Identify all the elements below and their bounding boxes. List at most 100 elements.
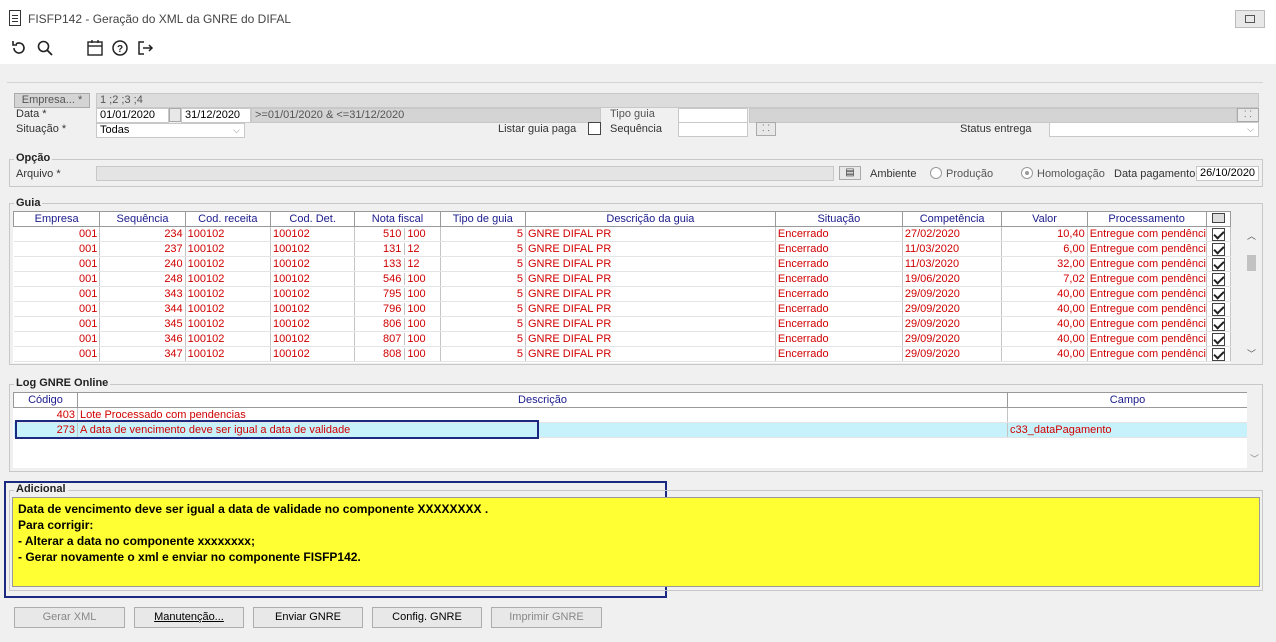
- cell-processamento: Entregue com pendênci: [1087, 301, 1207, 317]
- data-inicio-picker[interactable]: [169, 108, 181, 122]
- scroll-down-icon[interactable]: ﹀: [1247, 347, 1256, 360]
- cell-competencia: 29/09/2020: [902, 316, 1003, 332]
- situacao-value: Todas: [100, 124, 130, 136]
- guia-row[interactable]: 001 347 100102 100102 808 100 5 GNRE DIFAL PR En…: [13, 346, 1231, 362]
- log-scroll-down-icon[interactable]: ﹀: [1250, 452, 1259, 465]
- cell-processamento: Entregue com pendênci: [1087, 271, 1207, 287]
- row-select-checkbox[interactable]: [1206, 346, 1231, 362]
- window-title: FISFP142 - Geração do XML da GNRE do DIF…: [28, 12, 292, 26]
- scroll-up-icon[interactable]: ︿: [1247, 229, 1256, 242]
- guia-row[interactable]: 001 343 100102 100102 795 100 5 GNRE DIFAL PR En…: [13, 286, 1231, 302]
- data-pagamento-field[interactable]: 26/10/2020: [1196, 166, 1259, 181]
- config-gnre-button[interactable]: Config. GNRE: [372, 607, 482, 628]
- cell-empresa: 001: [13, 301, 101, 317]
- cell-competencia: 29/09/2020: [902, 346, 1003, 362]
- col-codigo[interactable]: Código: [13, 392, 78, 408]
- cell-nota-fiscal: 133 12: [354, 256, 441, 272]
- guia-row[interactable]: 001 240 100102 100102 133 12 5 GNRE DIFAL PR Enc…: [13, 256, 1231, 272]
- guia-row[interactable]: 001 346 100102 100102 807 100 5 GNRE DIFAL PR En…: [13, 331, 1231, 347]
- arquivo-label: Arquivo *: [16, 168, 61, 180]
- producao-radio[interactable]: [930, 167, 942, 180]
- chevron-down-icon: ⌵: [233, 125, 240, 135]
- cell-nota-fiscal: 796 100: [354, 301, 441, 317]
- nota-number: 806: [355, 318, 406, 330]
- arquivo-field[interactable]: [96, 166, 834, 181]
- guia-row[interactable]: 001 248 100102 100102 546 100 5 GNRE DIFAL PR En…: [13, 271, 1231, 287]
- gerar-xml-button[interactable]: Gerar XML: [14, 607, 125, 628]
- row-select-checkbox[interactable]: [1206, 256, 1231, 272]
- cell-cod-det: 100102: [270, 241, 356, 257]
- col-campo[interactable]: Campo: [1007, 392, 1247, 408]
- checkbox-checked-icon: [1211, 227, 1225, 241]
- guia-table-container: Empresa Sequência Cod. receita Cod. Det.…: [13, 211, 1231, 363]
- sequencia-lookup-icon[interactable]: ⸬: [756, 122, 776, 136]
- col-sequencia[interactable]: Sequência: [99, 211, 186, 227]
- row-select-checkbox[interactable]: [1206, 241, 1231, 257]
- arquivo-browse-icon[interactable]: ▤: [839, 166, 861, 180]
- tipo-guia-field[interactable]: [678, 108, 748, 123]
- restore-window-button[interactable]: [1235, 10, 1265, 28]
- row-select-checkbox[interactable]: [1206, 316, 1231, 332]
- col-descricao-guia[interactable]: Descrição da guia: [524, 211, 776, 227]
- data-inicio-field[interactable]: 01/01/2020: [96, 108, 169, 123]
- row-select-checkbox[interactable]: [1206, 331, 1231, 347]
- cell-nota-fiscal: 806 100: [354, 316, 441, 332]
- homologacao-radio[interactable]: [1021, 167, 1033, 180]
- calendar-icon[interactable]: [85, 39, 105, 59]
- col-valor[interactable]: Valor: [1001, 211, 1088, 227]
- refresh-icon[interactable]: [9, 39, 29, 59]
- listar-guia-paga-label: Listar guia paga: [498, 123, 577, 135]
- checkbox-icon: [588, 122, 601, 135]
- cell-cod-det: 100102: [270, 346, 356, 362]
- tipo-guia-lookup-icon[interactable]: ⸬: [1237, 108, 1259, 122]
- status-entrega-select[interactable]: ⌵: [1049, 122, 1259, 137]
- cell-descricao: GNRE DIFAL PR: [525, 256, 776, 272]
- row-select-checkbox[interactable]: [1206, 301, 1231, 317]
- select-all-checkbox[interactable]: [1205, 211, 1231, 227]
- empresa-field[interactable]: 1 ;2 ;3 ;4: [96, 93, 1259, 108]
- nota-number: 808: [355, 348, 406, 360]
- cell-tipo-guia: 5: [440, 271, 526, 287]
- cell-tipo-guia: 5: [440, 346, 526, 362]
- col-cod-receita[interactable]: Cod. receita: [184, 211, 272, 227]
- cell-competencia: 29/09/2020: [902, 331, 1003, 347]
- col-tipo-guia[interactable]: Tipo de guia: [439, 211, 526, 227]
- help-icon[interactable]: ?: [110, 39, 130, 59]
- row-select-checkbox[interactable]: [1206, 286, 1231, 302]
- search-icon[interactable]: [35, 39, 55, 59]
- guia-row[interactable]: 001 345 100102 100102 806 100 5 GNRE DIFAL PR En…: [13, 316, 1231, 332]
- cell-sequencia: 346: [99, 331, 186, 347]
- listar-guia-paga-checkbox[interactable]: [588, 122, 601, 135]
- cell-cod-det: 100102: [270, 301, 356, 317]
- col-empresa[interactable]: Empresa: [13, 211, 101, 227]
- cell-nota-fiscal: 510 100: [354, 226, 441, 242]
- manutencao-button[interactable]: Manutenção...: [134, 607, 244, 628]
- col-competencia[interactable]: Competência: [901, 211, 1003, 227]
- row-select-checkbox[interactable]: [1206, 226, 1231, 242]
- sequencia-field[interactable]: [678, 122, 748, 137]
- cell-cod-det: 100102: [270, 256, 356, 272]
- col-situacao[interactable]: Situação: [774, 211, 903, 227]
- situacao-select[interactable]: Todas ⌵: [96, 123, 245, 138]
- cell-sequencia: 344: [99, 301, 186, 317]
- cell-valor: 40,00: [1001, 301, 1088, 317]
- cell-valor: 40,00: [1001, 331, 1088, 347]
- col-descricao[interactable]: Descrição: [77, 392, 1008, 408]
- guia-row[interactable]: 001 234 100102 100102 510 100 5 GNRE DIFAL PR En…: [13, 226, 1231, 242]
- guia-row[interactable]: 001 344 100102 100102 796 100 5 GNRE DIFAL PR En…: [13, 301, 1231, 317]
- col-cod-det[interactable]: Cod. Det.: [269, 211, 356, 227]
- cell-empresa: 001: [13, 271, 101, 287]
- scroll-thumb[interactable]: [1247, 255, 1256, 271]
- exit-icon[interactable]: [135, 39, 155, 59]
- empresa-button[interactable]: Empresa... *: [14, 93, 90, 108]
- adicional-textarea[interactable]: Data de vencimento deve ser igual a data…: [12, 497, 1260, 587]
- imprimir-gnre-button[interactable]: Imprimir GNRE: [491, 607, 602, 628]
- row-select-checkbox[interactable]: [1206, 271, 1231, 287]
- col-processamento[interactable]: Processamento: [1086, 211, 1207, 227]
- guia-row[interactable]: 001 237 100102 100102 131 12 5 GNRE DIFAL PR Enc…: [13, 241, 1231, 257]
- col-nota-fiscal[interactable]: Nota fiscal: [354, 211, 441, 227]
- toolbar: [0, 38, 1276, 64]
- enviar-gnre-button[interactable]: Enviar GNRE: [253, 607, 363, 628]
- data-fim-field[interactable]: 31/12/2020: [181, 108, 251, 123]
- guia-scrollbar[interactable]: ︿ ﹀: [1244, 227, 1260, 362]
